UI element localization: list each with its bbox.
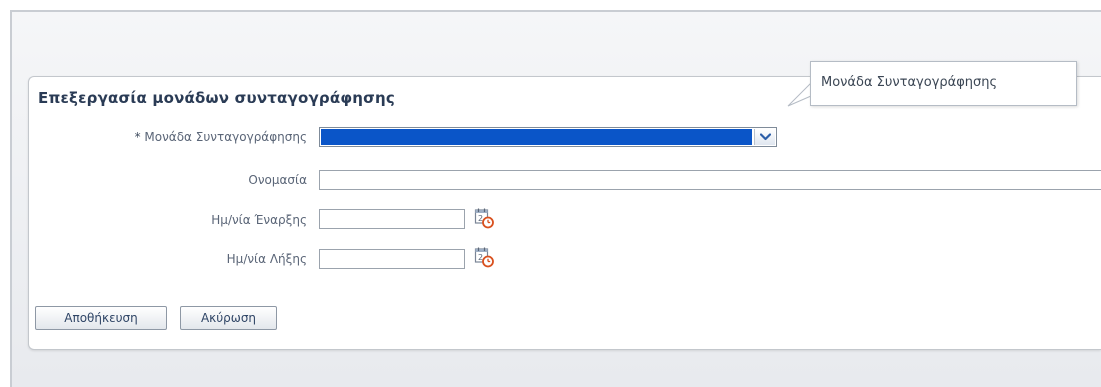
calendar-icon[interactable]: 2 bbox=[474, 207, 494, 229]
cancel-button[interactable]: Ακύρωση bbox=[180, 306, 277, 330]
tooltip-text: Μονάδα Συνταγογράφησης bbox=[821, 75, 998, 90]
unit-select-dropdown-button[interactable] bbox=[754, 129, 775, 145]
tooltip: Μονάδα Συνταγογράφησης bbox=[810, 61, 1077, 106]
end-date-label: Ημ/νία Λήξης bbox=[226, 252, 307, 266]
unit-label: Μονάδα Συνταγογράφησης bbox=[144, 130, 307, 144]
unit-select[interactable] bbox=[319, 127, 777, 147]
required-marker: * bbox=[134, 130, 141, 144]
save-button[interactable]: Αποθήκευση bbox=[35, 306, 167, 330]
chevron-down-icon bbox=[759, 133, 771, 141]
unit-label-wrapper: * Μονάδα Συνταγογράφησης bbox=[27, 130, 307, 144]
start-date-label: Ημ/νία Έναρξης bbox=[211, 213, 307, 227]
end-date-input[interactable] bbox=[319, 249, 465, 269]
name-label: Ονομασία bbox=[248, 173, 307, 187]
name-input[interactable] bbox=[319, 170, 1101, 190]
start-date-input[interactable] bbox=[319, 209, 465, 229]
calendar-icon[interactable]: 2 bbox=[474, 246, 494, 268]
unit-select-value bbox=[321, 129, 752, 145]
panel-title: Επεξεργασία μονάδων συνταγογράφησης bbox=[38, 89, 395, 107]
